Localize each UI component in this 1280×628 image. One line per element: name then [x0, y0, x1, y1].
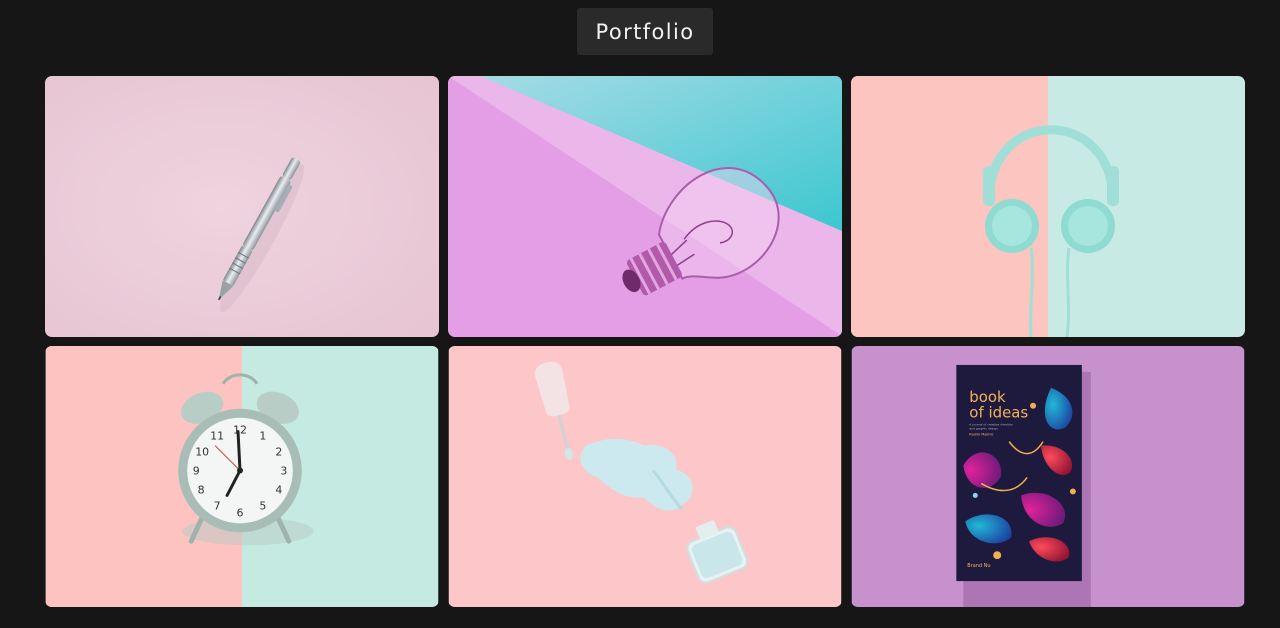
svg-text:2: 2 [275, 446, 282, 459]
svg-text:10: 10 [195, 446, 209, 459]
svg-text:12: 12 [233, 424, 247, 437]
svg-text:3: 3 [280, 465, 287, 478]
lightbulb-icon [448, 76, 842, 337]
svg-text:11: 11 [210, 430, 224, 443]
book-publisher: Brand Nu [967, 563, 990, 569]
book-author: Radim Malinic [969, 433, 993, 437]
svg-text:1: 1 [259, 430, 266, 443]
portfolio-title: Portfolio [577, 8, 713, 55]
book-title-line2: of ideas [969, 404, 1028, 422]
svg-text:5: 5 [259, 499, 266, 512]
page-title: Portfolio [595, 19, 695, 44]
svg-text:4: 4 [275, 483, 282, 496]
gallery-item-nail-polish[interactable] [448, 346, 842, 607]
gallery-item-alarm-clock[interactable]: 12 1 2 3 4 5 6 7 8 9 10 11 [45, 346, 439, 607]
svg-text:9: 9 [193, 465, 200, 478]
svg-text:8: 8 [198, 483, 205, 496]
book-icon: book of ideas A journal of creative dire… [851, 346, 1245, 607]
svg-text:6: 6 [237, 506, 244, 519]
alarm-clock-icon: 12 1 2 3 4 5 6 7 8 9 10 11 [45, 346, 439, 607]
headphones-icon [851, 76, 1245, 337]
gallery-item-book[interactable]: book of ideas A journal of creative dire… [851, 346, 1245, 607]
gallery-item-lightbulb[interactable] [448, 76, 842, 337]
svg-text:7: 7 [214, 499, 221, 512]
gallery-item-headphones[interactable] [851, 76, 1245, 337]
nail-polish-icon [448, 346, 842, 607]
book-subtitle-line2: and graphic design [969, 427, 998, 431]
gallery-item-pen[interactable] [45, 76, 439, 337]
pen-icon [45, 76, 439, 337]
